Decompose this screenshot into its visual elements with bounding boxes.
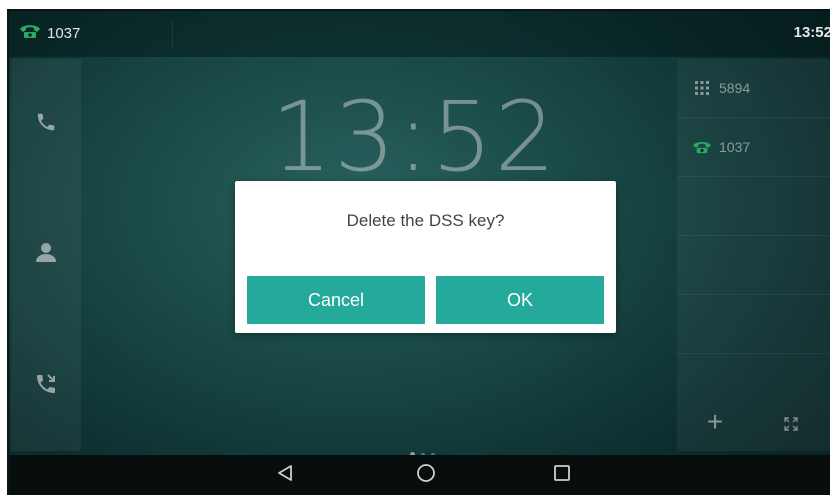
dialog-message: Delete the DSS key? bbox=[346, 211, 505, 230]
cancel-button[interactable]: Cancel bbox=[247, 276, 425, 324]
delete-dss-key-dialog: Delete the DSS key? Cancel OK bbox=[235, 181, 616, 333]
phone-frame: 1037 13:52 13:52 5894 1037 + Delete the … bbox=[7, 9, 830, 495]
ok-button[interactable]: OK bbox=[436, 276, 604, 324]
phone-screen: 1037 13:52 13:52 5894 1037 + Delete the … bbox=[9, 11, 830, 495]
